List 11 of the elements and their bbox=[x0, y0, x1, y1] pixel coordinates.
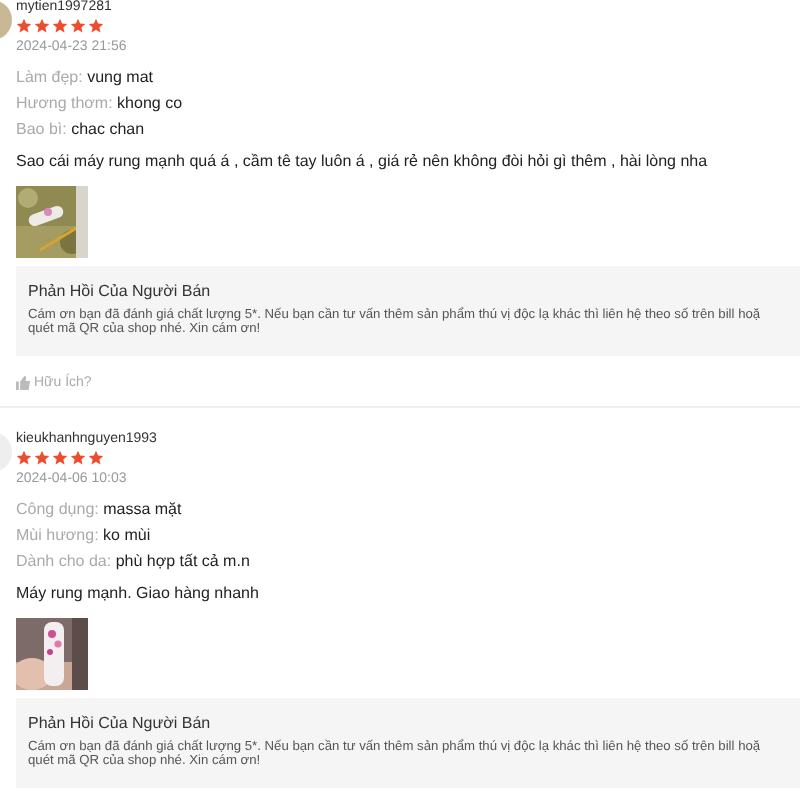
review-comment: Máy rung mạnh. Giao hàng nhanh bbox=[16, 584, 261, 602]
review-comment: Sao cái máy rung mạnh quá á , cầm tê tay luôn á , giá rẻ nên không đòi hỏi gì thêm , hài lòng nha bbox=[16, 152, 710, 170]
attribute-line: Hương thơm: khong co bbox=[16, 94, 185, 112]
attribute-line: Công dụng: massa mặt bbox=[16, 500, 184, 518]
attribute-line: Mùi hương: ko mùi bbox=[16, 526, 153, 544]
attribute-line: Dành cho da: phù hợp tất cả m.n bbox=[16, 552, 252, 570]
reply-title: Phản Hồi Của Người Bán bbox=[28, 282, 213, 300]
attribute-line: Bao bì: chac chan bbox=[16, 120, 147, 138]
reply-title: Phản Hồi Của Người Bán bbox=[28, 714, 213, 732]
attribute-line: Làm đẹp: vung mat bbox=[16, 68, 155, 86]
thumbs-up-icon bbox=[16, 376, 30, 390]
